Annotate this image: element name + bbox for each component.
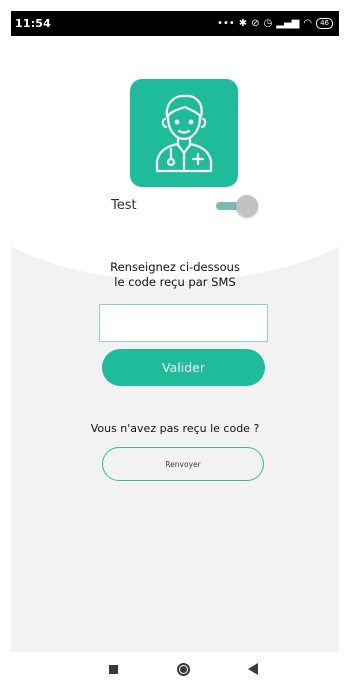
mute-icon: ⊘ xyxy=(251,17,260,29)
instructions: Renseignez ci-dessous le code reçu par S… xyxy=(11,260,339,290)
test-toggle[interactable] xyxy=(216,195,258,217)
resend-button[interactable]: Renvoyer xyxy=(102,447,264,481)
home-icon-dot xyxy=(179,665,187,673)
home-icon xyxy=(176,662,190,676)
signal-icon: ▂▄▆ xyxy=(276,17,300,29)
status-time: 11:54 xyxy=(15,17,52,30)
sms-code-input[interactable] xyxy=(99,304,268,342)
status-icons: ••• ✱ ⊘ ◷ ▂▄▆ ◠ 46 xyxy=(217,18,333,29)
toggle-label: Test xyxy=(111,198,137,213)
more-icon: ••• xyxy=(217,17,235,29)
doctor-avatar xyxy=(130,79,238,187)
frame-edge-left xyxy=(0,0,11,686)
frame-edge-right xyxy=(339,0,350,686)
recents-icon xyxy=(108,664,118,674)
instructions-line-2: le code reçu par SMS xyxy=(114,275,236,289)
toggle-knob[interactable] xyxy=(236,195,258,217)
validate-button[interactable]: Valider xyxy=(102,349,265,386)
navigation-bar xyxy=(11,652,339,686)
no-code-text: Vous n'avez pas reçu le code ? xyxy=(90,422,260,435)
back-icon xyxy=(248,663,258,675)
doctor-icon xyxy=(155,94,213,173)
app-screen: Test Renseignez ci-dessous le code reçu … xyxy=(11,36,339,652)
wifi-icon: ◠ xyxy=(303,17,313,29)
instructions-line-1: Renseignez ci-dessous xyxy=(110,260,240,274)
phone-frame: 11:54 ••• ✱ ⊘ ◷ ▂▄▆ ◠ 46 Test Renseignez… xyxy=(0,0,350,686)
alarm-icon: ◷ xyxy=(263,17,273,29)
recents-button[interactable] xyxy=(93,652,133,686)
home-button[interactable] xyxy=(163,652,203,686)
battery-icon: 46 xyxy=(316,18,333,29)
bluetooth-icon: ✱ xyxy=(238,17,248,29)
back-button[interactable] xyxy=(233,652,273,686)
status-bar: 11:54 ••• ✱ ⊘ ◷ ▂▄▆ ◠ 46 xyxy=(11,11,339,36)
